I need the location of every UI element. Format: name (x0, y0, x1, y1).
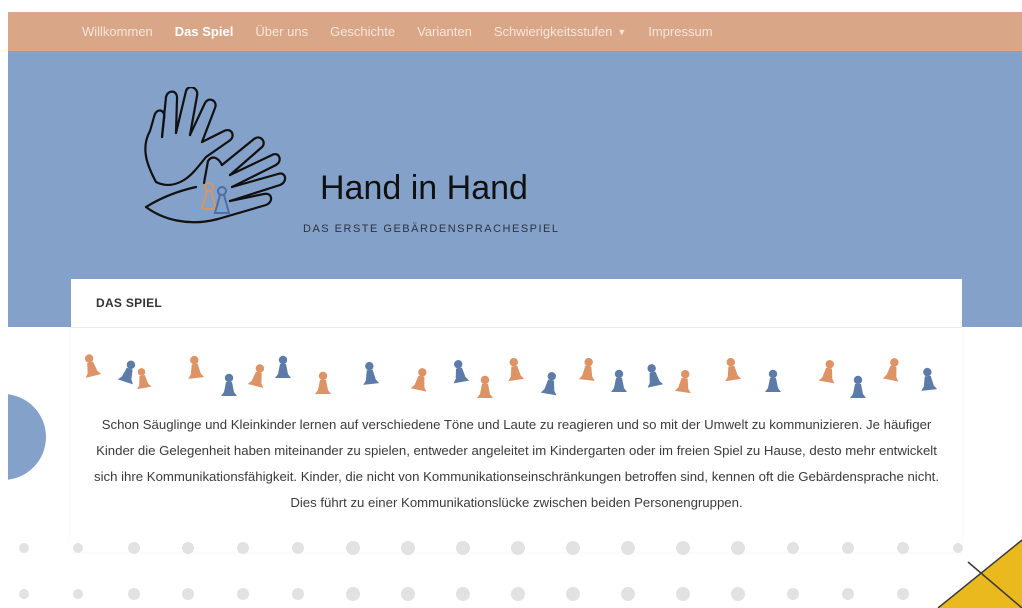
game-pawn-icon (80, 352, 938, 398)
nav-item-das-spiel[interactable]: Das Spiel (175, 24, 234, 39)
site-subtitle: DAS ERSTE GEBÄRDENSPRACHESPIEL (303, 223, 560, 235)
page-title: DAS SPIEL (96, 296, 163, 310)
chevron-down-icon: ▼ (617, 26, 627, 37)
hands-with-pawns-icon (144, 87, 287, 224)
nav-item-ueber-uns[interactable]: Über uns (255, 24, 308, 39)
pawn-row-illustration (80, 352, 938, 398)
content-card: Schon Säuglinge und Kleinkinder lernen a… (71, 328, 962, 552)
page-frame: Willkommen Das Spiel Über uns Geschichte… (8, 12, 1022, 608)
nav-item-willkommen[interactable]: Willkommen (82, 24, 153, 39)
nav-item-impressum[interactable]: Impressum (648, 24, 712, 39)
nav-item-schwierigkeitsstufen-label: Schwierigkeitsstufen (493, 24, 613, 39)
content-card-header: DAS SPIEL (71, 279, 962, 328)
nav-item-geschichte[interactable]: Geschichte (330, 24, 395, 39)
nav-item-varianten[interactable]: Varianten (417, 24, 472, 39)
main-navigation: Willkommen Das Spiel Über uns Geschichte… (8, 12, 1022, 51)
nav-item-schwierigkeitsstufen[interactable]: Schwierigkeitsstufen ▼ (494, 24, 626, 39)
intro-paragraph: Schon Säuglinge und Kleinkinder lernen a… (94, 417, 939, 510)
site-title: Hand in Hand (320, 169, 528, 207)
decorative-circle (8, 394, 46, 480)
